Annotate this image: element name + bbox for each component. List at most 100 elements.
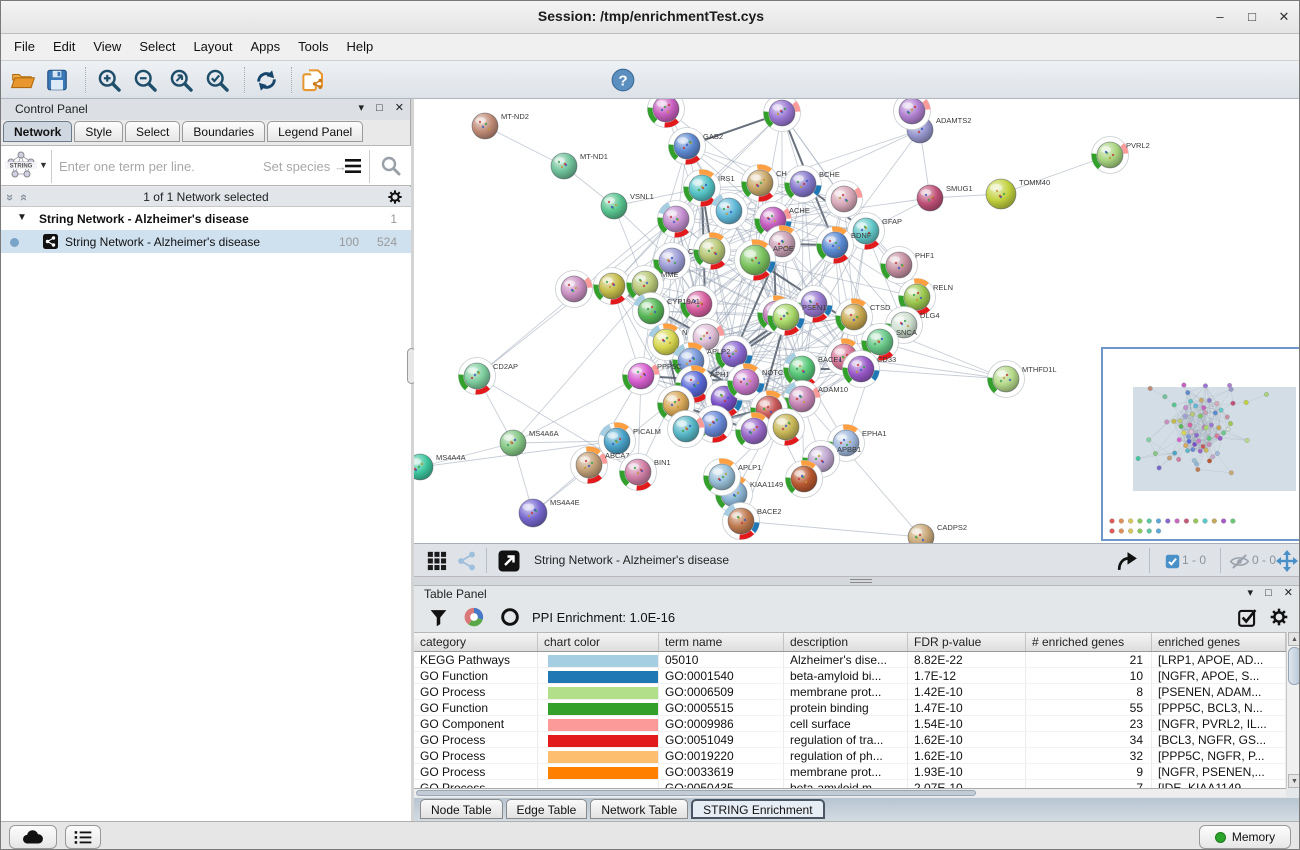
tab-node-table[interactable]: Node Table	[420, 799, 503, 819]
network-node-phf1[interactable]: PHF1	[881, 247, 935, 284]
menu-select[interactable]: Select	[130, 34, 184, 61]
network-node-gab2[interactable]: GAB2	[669, 128, 724, 165]
network-node-aplp1[interactable]: APLP1	[704, 459, 762, 496]
table-horizontal-scrollbar[interactable]	[414, 788, 1286, 797]
fit-content-icon[interactable]	[1274, 548, 1300, 574]
menu-tools[interactable]: Tools	[289, 34, 337, 61]
open-session-icon[interactable]	[9, 66, 37, 94]
table-row[interactable]: GO ProcessGO:0050435beta-amyloid m...2.0…	[414, 780, 1286, 788]
hscrollbar-thumb[interactable]	[416, 790, 976, 796]
refresh-icon[interactable]	[252, 66, 280, 94]
network-node-pvrl2[interactable]: PVRL2	[1092, 137, 1150, 174]
table-row[interactable]: GO ProcessGO:0051049regulation of tra...…	[414, 732, 1286, 748]
tab-style[interactable]: Style	[74, 121, 123, 142]
tab-boundaries[interactable]: Boundaries	[182, 121, 265, 142]
menu-layout[interactable]: Layout	[184, 34, 241, 61]
string-query-input[interactable]	[57, 154, 257, 178]
tab-string-enrichment[interactable]: STRING Enrichment	[691, 799, 824, 819]
column-header-chart-color[interactable]: chart color	[538, 633, 659, 651]
scroll-down-icon[interactable]: ▼	[1288, 774, 1300, 788]
column-header-fdr-p-value[interactable]: FDR p-value	[908, 633, 1026, 651]
set-species-hint[interactable]: Set species →	[263, 159, 347, 174]
column-header-description[interactable]: description	[784, 633, 908, 651]
network-node-bin1[interactable]: BIN1	[620, 454, 671, 491]
table-row[interactable]: GO ComponentGO:0009986cell surface1.54E-…	[414, 716, 1286, 732]
zoom-in-icon[interactable]	[95, 66, 123, 94]
zoom-selected-icon[interactable]	[203, 66, 231, 94]
network-node-tomm40[interactable]: TOMM40	[986, 178, 1050, 209]
network-node-cadps2[interactable]: CADPS2	[908, 523, 967, 543]
network-node-bace2[interactable]: BACE2	[723, 503, 782, 540]
column-header-enriched-genes[interactable]: enriched genes	[1152, 633, 1286, 651]
table-row[interactable]: GO ProcessGO:0019220regulation of ph...1…	[414, 748, 1286, 764]
column-header--enriched-genes[interactable]: # enriched genes	[1026, 633, 1152, 651]
network-node[interactable]	[736, 413, 773, 450]
ring-chart-icon[interactable]	[498, 605, 522, 629]
export-network-icon[interactable]	[1114, 548, 1140, 574]
task-list-button[interactable]	[65, 825, 101, 849]
cloud-button[interactable]	[9, 825, 57, 849]
network-node[interactable]	[826, 181, 863, 218]
table-row[interactable]: GO FunctionGO:0001540beta-amyloid bi...1…	[414, 668, 1286, 684]
table-row[interactable]: GO FunctionGO:0005515protein binding1.47…	[414, 700, 1286, 716]
scrollbar-thumb[interactable]	[1288, 647, 1300, 685]
memory-button[interactable]: Memory	[1199, 825, 1291, 849]
column-header-category[interactable]: category	[414, 633, 538, 651]
tab-select[interactable]: Select	[125, 121, 180, 142]
help-icon[interactable]: ?	[609, 66, 637, 94]
network-node[interactable]	[658, 201, 695, 238]
network-node[interactable]	[786, 461, 823, 498]
hidden-nodes-icon[interactable]	[1226, 548, 1252, 574]
grid-view-icon[interactable]	[424, 548, 450, 574]
network-node-cd2ap[interactable]: CD2AP	[459, 358, 519, 395]
close-button[interactable]: ✕	[1271, 7, 1297, 27]
enrichment-settings-gear-icon[interactable]	[1267, 605, 1291, 629]
menu-view[interactable]: View	[84, 34, 130, 61]
string-search-icon[interactable]	[379, 154, 403, 183]
collection-expand-icon[interactable]: ▼	[17, 212, 27, 223]
network-node-cd33[interactable]: CD33	[843, 351, 897, 388]
pie-chart-icon[interactable]	[462, 605, 486, 629]
panel-menu-icon[interactable]: ▾	[358, 102, 364, 114]
splitter-grip-horizontal[interactable]	[850, 579, 872, 583]
save-session-icon[interactable]	[43, 66, 71, 94]
select-terms-icon[interactable]	[1235, 605, 1259, 629]
menu-file[interactable]: File	[5, 34, 44, 61]
tab-edge-table[interactable]: Edge Table	[506, 799, 588, 819]
network-node[interactable]	[768, 409, 805, 446]
minimize-button[interactable]: –	[1207, 7, 1233, 27]
menu-help[interactable]: Help	[338, 34, 383, 61]
menu-edit[interactable]: Edit	[44, 34, 84, 61]
network-node-mt-nd2[interactable]: MT-ND2	[472, 112, 529, 139]
network-node[interactable]	[668, 411, 705, 448]
network-node-ms4a4e[interactable]: MS4A4E	[519, 498, 580, 527]
network-view[interactable]: MT-ND2MT-ND1VSNL1ADAMTS2SMUG1TOMM40PVRL2…	[414, 99, 1300, 576]
table-row[interactable]: KEGG Pathways05010Alzheimer's dise...8.8…	[414, 652, 1286, 668]
panel-splitter-horizontal[interactable]	[414, 576, 1300, 586]
table-close-icon[interactable]: ✕	[1284, 587, 1293, 599]
zoom-fit-icon[interactable]	[167, 66, 195, 94]
birds-eye-view[interactable]	[1101, 347, 1300, 541]
maximize-button[interactable]: □	[1239, 7, 1265, 27]
open-in-window-icon[interactable]	[496, 548, 522, 574]
scroll-up-icon[interactable]: ▲	[1288, 632, 1300, 646]
network-node[interactable]	[648, 99, 685, 128]
network-node-vsnl1[interactable]: VSNL1	[601, 192, 654, 219]
network-node-ms4a4a[interactable]: MS4A4A	[414, 453, 466, 480]
string-options-icon[interactable]	[341, 154, 365, 183]
table-row[interactable]: GO ProcessGO:0033619membrane prot...1.93…	[414, 764, 1286, 780]
string-logo-icon[interactable]: STRING	[3, 151, 39, 181]
network-node[interactable]	[711, 193, 748, 230]
table-float-icon[interactable]: □	[1265, 587, 1272, 599]
network-node-mthfd1l[interactable]: MTHFD1L	[988, 361, 1057, 398]
close-panel-icon[interactable]: ✕	[395, 102, 404, 114]
table-vertical-scrollbar[interactable]: ▲ ▼	[1286, 632, 1300, 788]
tab-network[interactable]: Network	[3, 121, 72, 142]
tab-legend-panel[interactable]: Legend Panel	[267, 121, 363, 142]
float-panel-icon[interactable]: □	[376, 102, 383, 114]
clone-network-icon[interactable]	[299, 66, 327, 94]
share-network-icon[interactable]	[454, 548, 480, 574]
network-node-mt-nd1[interactable]: MT-ND1	[551, 152, 608, 179]
network-node[interactable]	[556, 271, 593, 308]
network-node[interactable]	[694, 233, 731, 270]
